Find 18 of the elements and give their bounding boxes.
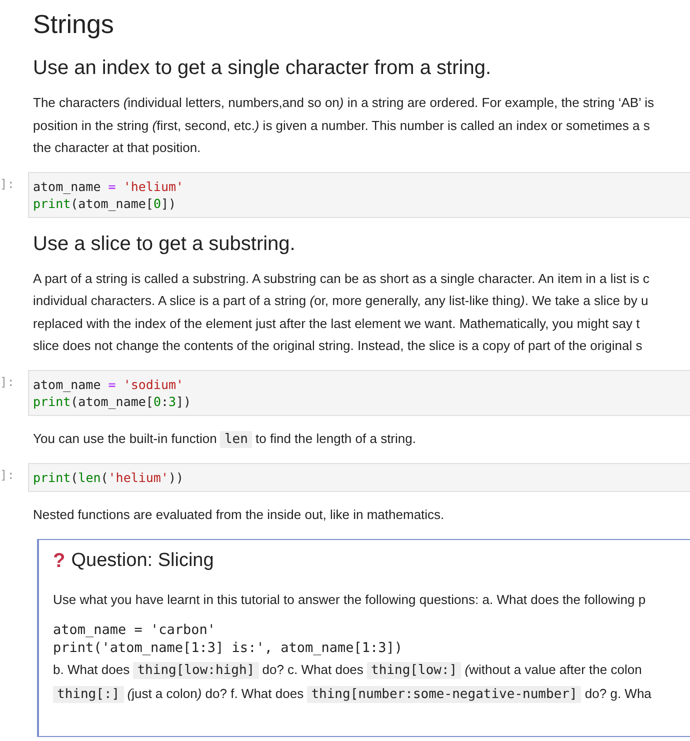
paragraph-text: The characters (individual letters, numbers,and so on) in a string are ordered. For example, the string ‘AB’ is position in the string (first, second, etc.) is given a number. This number is called an index or sometimes a s the character at that position.	[33, 94, 655, 157]
cell-prompt: ]:	[0, 176, 14, 190]
cell-prompt: ]:	[0, 374, 14, 388]
paragraph-text: You can use the built-in function len to find the length of a string.	[33, 430, 417, 450]
paragraph-text: b. What does thing[low:high] do? c. What does thing[low:] (without a value after the colon thing[:] (just a colon) do? f. What does thing[number:some-negative-number] do? g. Wha	[53, 661, 652, 704]
cell-prompt: ]:	[0, 468, 14, 482]
question-title: Question: Slicing	[71, 550, 214, 572]
paragraph-text: Use what you have learnt in this tutorial to answer the following questions: a. What does the following p	[53, 590, 647, 609]
code-cell[interactable]: print(len('helium'))	[28, 463, 690, 492]
code-snippet: atom_name = 'carbon' print('atom_name[1:3] is:', atom_name[1:3])	[53, 621, 404, 657]
paragraph-text: Nested functions are evaluated from the inside out, like in mathematics.	[33, 506, 446, 524]
section-heading: Use a slice to get a substring.	[33, 232, 296, 256]
code-cell[interactable]: atom_name = 'helium' print(atom_name[0])	[28, 172, 690, 218]
paragraph-text: A part of a string is called a substring. A substring can be as short as a single character. An item in a list is c individual characters. A slice is a part of a string (or, more generally, any list-like thing). We take a slice by u replaced with the index of the element just after the last element we want. Mathematically, you might say t slice does not change the contents of the original string. Instead, the slice is a copy of part of the original s	[33, 270, 650, 355]
question-mark-icon: ?	[53, 550, 66, 572]
page-title: Strings	[33, 8, 115, 41]
section-heading: Use an index to get a single character from a string.	[33, 56, 492, 81]
code-cell[interactable]: atom_name = 'sodium' print(atom_name[0:3])	[28, 370, 690, 416]
